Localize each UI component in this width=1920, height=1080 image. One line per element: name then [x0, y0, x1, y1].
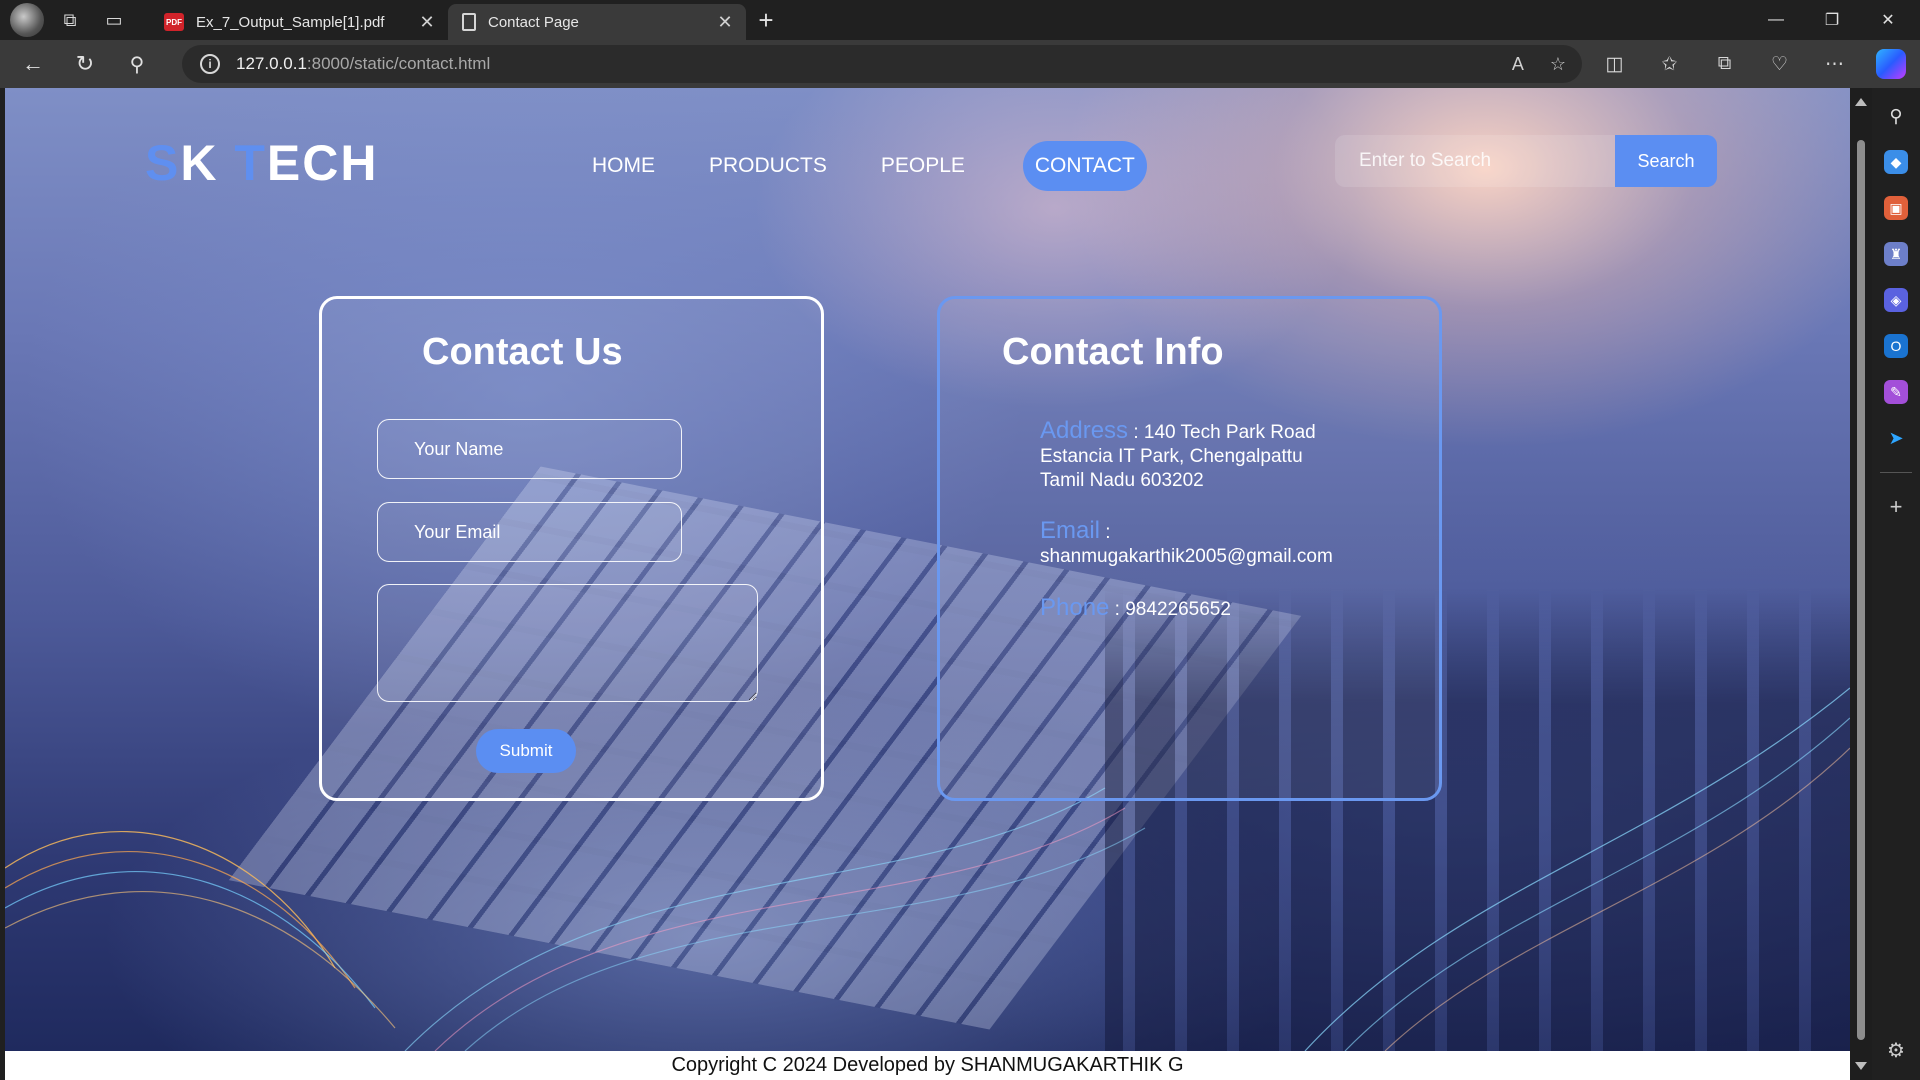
close-icon[interactable]: ✕: [416, 11, 438, 33]
address-bar[interactable]: i 127.0.0.1:8000/static/contact.html A ☆: [182, 45, 1582, 83]
message-field[interactable]: [377, 584, 758, 702]
site-logo[interactable]: SK TECH: [145, 134, 378, 192]
search-button[interactable]: Search: [1615, 135, 1717, 187]
email-label: Email: [1040, 517, 1101, 544]
contact-form-title: Contact Us: [422, 331, 623, 373]
phone-label: Phone: [1040, 594, 1110, 621]
profile-avatar[interactable]: [10, 3, 44, 37]
nav-contact[interactable]: CONTACT: [1022, 141, 1147, 191]
tab-label: Ex_7_Output_Sample[1].pdf: [196, 13, 385, 31]
scroll-thumb[interactable]: [1857, 140, 1865, 1040]
site-info-icon[interactable]: i: [200, 54, 220, 74]
tab-actions-icon[interactable]: ▭: [96, 2, 132, 38]
search-icon[interactable]: ⚲: [114, 44, 160, 84]
page-scrollbar[interactable]: [1850, 88, 1872, 1080]
sidebar-copilot-icon[interactable]: ◈: [1884, 288, 1908, 312]
browser-titlebar: ⧉ ▭ PDF Ex_7_Output_Sample[1].pdf ✕ Cont…: [0, 0, 1920, 40]
contact-info-card: Contact Info Address : 140 Tech Park Roa…: [937, 296, 1442, 801]
site-search: Search: [1335, 135, 1717, 187]
sidebar-designer-icon[interactable]: ✎: [1884, 380, 1908, 404]
site-footer: Copyright C 2024 Developed by SHANMUGAKA…: [5, 1051, 1850, 1080]
sidebar-outlook-icon[interactable]: O: [1884, 334, 1908, 358]
favorites-icon[interactable]: ✩: [1642, 53, 1697, 76]
phone-value: : 9842265652: [1109, 599, 1231, 620]
collections-icon[interactable]: ⧉: [1697, 53, 1752, 75]
close-icon[interactable]: ✕: [714, 11, 736, 33]
name-field[interactable]: [377, 419, 682, 479]
page-icon: [462, 13, 476, 31]
read-aloud-icon[interactable]: A: [1512, 54, 1524, 75]
sidebar-shopping-icon[interactable]: ◆: [1884, 150, 1908, 174]
address-line-2: Estancia IT Park, Chengalpattu: [1040, 446, 1303, 467]
contact-form-card: Contact Us Submit: [319, 296, 824, 801]
sidebar-send-icon[interactable]: ➤: [1884, 426, 1908, 450]
hero-background: [5, 88, 1850, 1051]
address-label: Address: [1040, 417, 1129, 444]
email-value: shanmugakarthik2005@gmail.com: [1040, 546, 1333, 567]
sidebar-add-icon[interactable]: +: [1884, 494, 1908, 519]
restore-button[interactable]: ❐: [1804, 0, 1860, 40]
workspaces-icon[interactable]: ⧉: [52, 2, 88, 38]
email-block: Email : shanmugakarthik2005@gmail.com: [1040, 519, 1333, 569]
submit-button[interactable]: Submit: [476, 729, 576, 773]
browser-toolbar: ← ↻ ⚲ i 127.0.0.1:8000/static/contact.ht…: [0, 40, 1920, 88]
address-line-1: : 140 Tech Park Road: [1128, 422, 1316, 443]
site-navigation: HOME PRODUCTS PEOPLE CONTACT: [580, 141, 1177, 191]
contact-info-title: Contact Info: [1002, 331, 1224, 373]
copilot-icon[interactable]: [1876, 49, 1906, 79]
minimize-button[interactable]: —: [1748, 0, 1804, 40]
nav-products[interactable]: PRODUCTS: [697, 144, 839, 188]
email-separator: :: [1100, 522, 1111, 543]
sidebar-search-icon[interactable]: ⚲: [1884, 104, 1908, 128]
back-button[interactable]: ←: [10, 44, 56, 84]
url-path: :8000/static/contact.html: [306, 54, 491, 73]
favorite-star-icon[interactable]: ☆: [1550, 54, 1566, 75]
phone-block: Phone : 9842265652: [1040, 596, 1231, 622]
scroll-up-arrow-icon[interactable]: [1855, 98, 1867, 106]
logo-letters-ech: ECH: [266, 135, 379, 191]
refresh-button[interactable]: ↻: [62, 44, 108, 84]
tab-label: Contact Page: [488, 13, 579, 31]
address-line-3: Tamil Nadu 603202: [1040, 470, 1204, 491]
background-waves: [5, 687, 1850, 1051]
logo-letter-s: S: [145, 135, 181, 191]
close-window-button[interactable]: ✕: [1860, 0, 1916, 40]
browser-sidebar: ⚲ ◆ ▣ ♜ ◈ O ✎ ➤ + ⚙: [1872, 88, 1920, 1080]
more-menu-icon[interactable]: ⋯: [1807, 53, 1862, 76]
sidebar-games-icon[interactable]: ♜: [1884, 242, 1908, 266]
pdf-icon: PDF: [164, 13, 184, 31]
sidebar-tools-icon[interactable]: ▣: [1884, 196, 1908, 220]
page-viewport: SK TECH HOME PRODUCTS PEOPLE CONTACT Sea…: [5, 88, 1850, 1080]
scroll-down-arrow-icon[interactable]: [1855, 1062, 1867, 1070]
browser-essentials-icon[interactable]: ♡: [1752, 53, 1807, 76]
split-screen-icon[interactable]: ◫: [1587, 53, 1642, 76]
logo-letter-k: K: [180, 135, 235, 191]
search-input[interactable]: [1335, 135, 1615, 187]
new-tab-button[interactable]: +: [746, 2, 786, 38]
tab-pdf[interactable]: PDF Ex_7_Output_Sample[1].pdf ✕: [150, 4, 448, 40]
url-host: 127.0.0.1: [236, 54, 307, 73]
email-field[interactable]: [377, 502, 682, 562]
nav-home[interactable]: HOME: [580, 144, 667, 188]
nav-people[interactable]: PEOPLE: [869, 144, 977, 188]
logo-letter-t: T: [234, 135, 267, 191]
sidebar-settings-icon[interactable]: ⚙: [1884, 1038, 1908, 1062]
address-block: Address : 140 Tech Park Road Estancia IT…: [1040, 419, 1316, 493]
tab-contact-page[interactable]: Contact Page ✕: [448, 4, 746, 40]
sidebar-divider: [1880, 472, 1912, 473]
